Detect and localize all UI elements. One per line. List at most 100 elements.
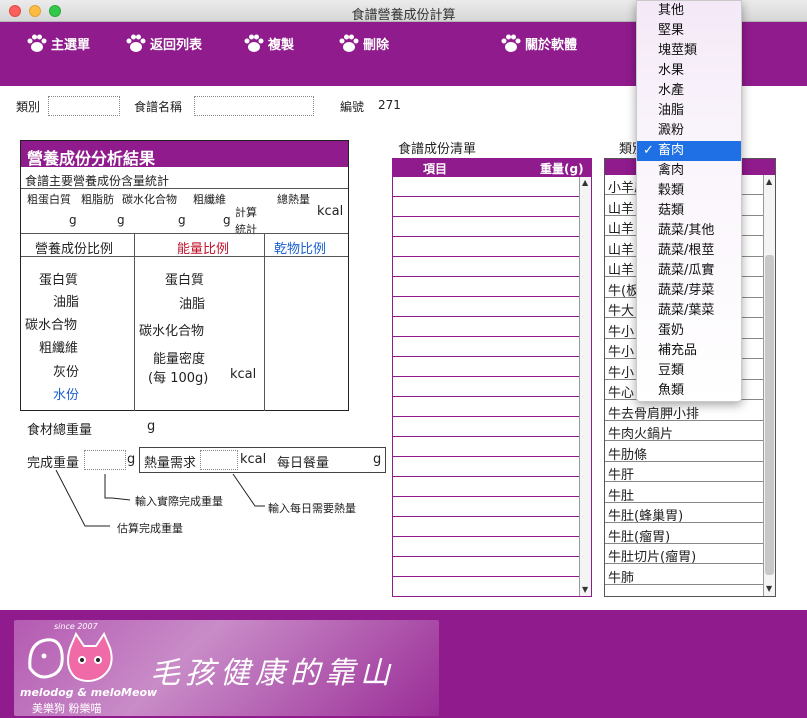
ingredient-row[interactable]	[393, 517, 579, 537]
dropdown-item[interactable]: 蔬菜/根莖	[637, 241, 741, 261]
analysis-panel: 營養成份分析結果 食譜主要營養成份含量統計 粗蛋白質 粗脂肪 碳水化合物 粗纖維…	[20, 140, 349, 411]
ratio-carb: 碳水合物	[25, 318, 78, 333]
ingredient-row[interactable]	[393, 457, 579, 477]
dry-header: 乾物比例	[274, 242, 327, 257]
ingredient-row[interactable]	[393, 257, 579, 277]
ingredients-scrollbar[interactable]: ▲ ▼	[579, 177, 591, 596]
material-row[interactable]: 牛肉火鍋片	[605, 421, 763, 441]
ingredient-row[interactable]	[393, 277, 579, 297]
scroll-down-icon[interactable]: ▼	[766, 585, 774, 593]
dropdown-item[interactable]: 蔬菜/其他	[637, 221, 741, 241]
category-dropdown-menu[interactable]: 其他 堅果 塊莖類 水果 水產 油脂 澱粉 ✓ 畜肉 禽肉 穀類 菇類 蔬菜/其他 蔬菜/根莖 蔬菜/瓜實蔬…	[636, 0, 742, 402]
ingredient-row[interactable]	[393, 537, 579, 557]
dropdown-item[interactable]: 澱粉	[637, 121, 741, 141]
ratio-ash: 灰份	[53, 365, 80, 380]
material-row[interactable]: 牛肺	[605, 565, 763, 585]
ingredients-table[interactable]: 項目 重量(g) ▲ ▼	[392, 158, 592, 597]
paw-icon	[126, 34, 146, 52]
scroll-up-icon[interactable]: ▲	[766, 178, 774, 186]
dropdown-item[interactable]: 堅果	[637, 21, 741, 41]
dropdown-item[interactable]: 蔬菜/葉菜	[637, 301, 741, 321]
ingredient-row[interactable]	[393, 437, 579, 457]
material-row[interactable]: 牛肚(瘤胃)	[605, 524, 763, 544]
dropdown-item[interactable]: 油脂	[637, 101, 741, 121]
dropdown-item[interactable]: 水果	[637, 61, 741, 81]
material-row[interactable]: 牛肚(蜂巢胃)	[605, 503, 763, 523]
analysis-subtitle: 食譜主要營養成份含量統計	[25, 174, 170, 188]
dropdown-item[interactable]: 穀類	[637, 181, 741, 201]
col-item-label: 項目	[423, 162, 448, 176]
ingredient-row[interactable]	[393, 337, 579, 357]
dropdown-item[interactable]: 補充品	[637, 341, 741, 361]
col-fiber: 粗纖維	[193, 193, 226, 206]
ingredient-row[interactable]	[393, 557, 579, 577]
material-row[interactable]: 牛肋條	[605, 442, 763, 462]
delete-label: 刪除	[363, 37, 390, 53]
material-row[interactable]: 牛肚切片(瘤胃)	[605, 544, 763, 564]
col-fat: 粗脂肪	[81, 193, 114, 206]
ingredient-row[interactable]	[393, 357, 579, 377]
ingredient-row[interactable]	[393, 317, 579, 337]
number-label: 編號	[340, 100, 365, 114]
energy-density-label: 能量密度	[153, 352, 206, 367]
ingredient-row[interactable]	[393, 177, 579, 197]
energy-density-unit: kcal	[230, 367, 257, 382]
dropdown-item[interactable]: 水產	[637, 81, 741, 101]
dropdown-item[interactable]: 蛋奶	[637, 321, 741, 341]
ingredient-row[interactable]	[393, 197, 579, 217]
dropdown-item-label: 禽肉	[658, 163, 685, 178]
material-row[interactable]: 牛肝	[605, 462, 763, 482]
dropdown-item[interactable]: ✓ 畜肉	[637, 141, 741, 161]
paw-icon	[244, 34, 264, 52]
ratio-water: 水份	[53, 388, 80, 403]
dropdown-item[interactable]: 塊莖類	[637, 41, 741, 61]
dropdown-item[interactable]: 豆類	[637, 361, 741, 381]
delete-button[interactable]: 刪除	[338, 32, 389, 54]
ratio-protein: 蛋白質	[39, 273, 79, 288]
ingredient-row[interactable]	[393, 397, 579, 417]
ingredient-row[interactable]	[393, 417, 579, 437]
annotation-estimate: 估算完成重量	[117, 522, 183, 535]
dropdown-item-label: 蛋奶	[658, 323, 685, 338]
scroll-down-icon[interactable]: ▼	[582, 586, 590, 594]
dropdown-item[interactable]: 其他	[637, 1, 741, 21]
ingredient-row[interactable]	[393, 377, 579, 397]
dropdown-item-label: 菇類	[658, 203, 685, 218]
dropdown-item[interactable]: 魚類	[637, 381, 741, 401]
ingredient-row[interactable]	[393, 217, 579, 237]
material-row[interactable]: 牛肚	[605, 483, 763, 503]
ratio-fiber: 粗纖維	[39, 341, 79, 356]
scroll-thumb[interactable]	[765, 255, 774, 575]
category-field[interactable]	[48, 96, 120, 116]
dropdown-item[interactable]: 禽肉	[637, 161, 741, 181]
category-label: 類別	[16, 100, 41, 114]
scroll-up-icon[interactable]: ▲	[582, 179, 590, 187]
back-to-list-button[interactable]: 返回列表	[125, 32, 202, 54]
brand-since: since 2007	[54, 622, 98, 631]
recipe-name-field[interactable]	[194, 96, 314, 116]
copy-button[interactable]: 複製	[243, 32, 294, 54]
ingredient-row[interactable]	[393, 297, 579, 317]
dropdown-item-label: 蔬菜/其他	[658, 223, 715, 238]
ingredient-row[interactable]	[393, 237, 579, 257]
material-scrollbar[interactable]: ▲ ▼	[763, 175, 775, 596]
dropdown-item[interactable]: 蔬菜/芽菜	[637, 281, 741, 301]
about-button[interactable]: 關於軟體	[500, 32, 577, 54]
paw-icon	[339, 34, 359, 52]
dropdown-item[interactable]: 蔬菜/瓜實	[637, 261, 741, 281]
material-row[interactable]: 牛去骨肩胛小排	[605, 401, 763, 421]
analysis-title: 營養成份分析結果	[21, 141, 348, 168]
annotation-input-daily: 輸入每日需要熱量	[268, 502, 356, 515]
ingredient-row[interactable]	[393, 577, 579, 597]
dropdown-item-label: 水產	[658, 83, 685, 98]
calorie-need-unit: kcal	[240, 452, 267, 467]
protein-unit: g	[69, 213, 77, 227]
dropdown-item-label: 補充品	[658, 343, 698, 358]
ingredient-row[interactable]	[393, 497, 579, 517]
dropdown-item[interactable]: 菇類	[637, 201, 741, 221]
main-menu-button[interactable]: 主選單	[26, 32, 90, 54]
fat-unit: g	[117, 213, 125, 227]
energy-header: 能量比例	[177, 242, 230, 257]
ingredient-row[interactable]	[393, 477, 579, 497]
brand-chinese: 美樂狗 粉樂喵	[32, 702, 102, 715]
